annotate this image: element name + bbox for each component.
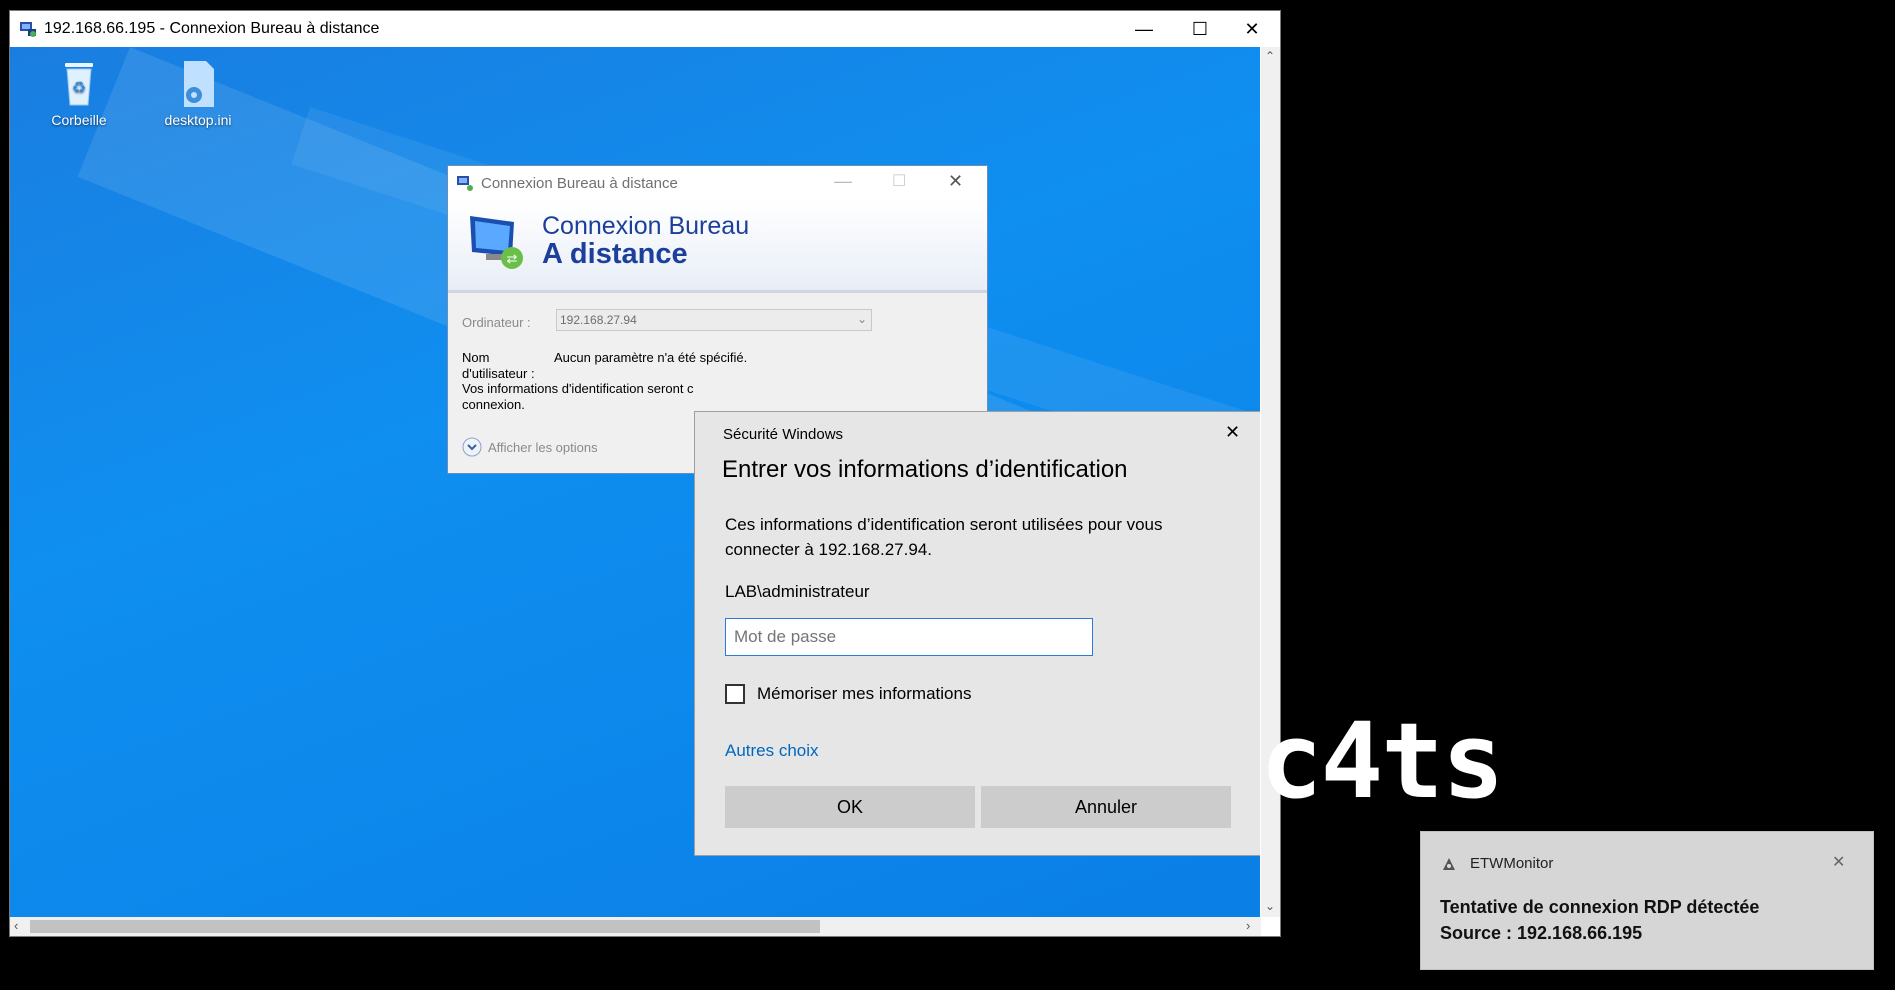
- desktop-icon-recycle-bin[interactable]: ♻ Corbeille: [34, 57, 124, 128]
- close-icon: ✕: [1832, 854, 1846, 871]
- scroll-down-icon[interactable]: ⌄: [1265, 899, 1275, 913]
- close-icon: ✕: [1225, 422, 1241, 442]
- maximize-icon: ☐: [1191, 18, 1209, 39]
- username-display: LAB\administrateur: [725, 582, 870, 601]
- rdp-window: 192.168.66.195 - Connexion Bureau à dist…: [9, 10, 1281, 937]
- rdp-window-title: 192.168.66.195 - Connexion Bureau à dist…: [44, 20, 380, 37]
- toast-app-name: ETWMonitor: [1470, 855, 1554, 872]
- toast-notification[interactable]: ETWMonitor ✕ Tentative de connexion RDP …: [1420, 831, 1874, 970]
- close-button[interactable]: ✕: [1224, 11, 1280, 47]
- rdc-app-icon: [457, 176, 473, 191]
- recycle-bin-icon: ♻: [65, 63, 93, 106]
- username-label: Nom d'utilisateur :: [462, 350, 535, 381]
- info-text: Vos informations d'identification seront…: [462, 381, 694, 396]
- minimize-button[interactable]: —: [1116, 11, 1172, 47]
- c4ts-logo: c4ts: [1260, 700, 1504, 822]
- rdc-title: Connexion Bureau à distance: [481, 175, 678, 192]
- rdc-close-button[interactable]: ✕: [948, 171, 963, 192]
- rdc-minimize-button[interactable]: —: [834, 171, 852, 192]
- computer-label: Ordinateur :: [462, 315, 531, 330]
- toast-line1: Tentative de connexion RDP détectée: [1440, 897, 1760, 917]
- chevron-down-icon: ⌄: [856, 312, 867, 326]
- svg-text:⇄: ⇄: [507, 251, 518, 266]
- remote-desktop[interactable]: ♻ Corbeille desktop.ini Connexion Bureau…: [10, 47, 1260, 917]
- security-close-button[interactable]: ✕: [1225, 422, 1240, 443]
- rdc-banner: ⇄ Connexion Bureau A distance: [448, 200, 987, 293]
- toast-line2: Source : 192.168.66.195: [1440, 923, 1643, 943]
- desktop-icon-desktop-ini[interactable]: desktop.ini: [153, 57, 243, 128]
- close-icon: ✕: [1244, 18, 1260, 39]
- minimize-icon: —: [1135, 18, 1153, 39]
- password-input[interactable]: [725, 618, 1093, 656]
- windows-security-dialog: Sécurité Windows ✕ Entrer vos informatio…: [694, 411, 1260, 856]
- info-text-2: connexion.: [462, 397, 525, 412]
- show-options-button[interactable]: Afficher les options: [462, 437, 598, 457]
- computer-monitor-icon: ⇄: [470, 216, 523, 269]
- rdc-maximize-button[interactable]: ☐: [892, 171, 906, 191]
- expand-circle-icon: [462, 437, 482, 457]
- horizontal-scrollbar[interactable]: ‹ ›: [10, 917, 1261, 936]
- scrollbar-thumb[interactable]: [30, 920, 820, 933]
- cancel-button[interactable]: Annuler: [981, 786, 1231, 828]
- close-icon: ✕: [948, 171, 964, 191]
- remember-checkbox[interactable]: [725, 684, 745, 704]
- show-options-label: Afficher les options: [488, 439, 598, 455]
- ok-button[interactable]: OK: [725, 786, 975, 828]
- desktop-icon-label: desktop.ini: [164, 112, 232, 128]
- security-heading: Entrer vos informations d’identification: [722, 456, 1128, 483]
- settings-file-icon: [184, 61, 214, 107]
- rdp-titlebar[interactable]: 192.168.66.195 - Connexion Bureau à dist…: [10, 11, 1280, 47]
- other-choices-link[interactable]: Autres choix: [725, 741, 819, 761]
- remember-label: Mémoriser mes informations: [757, 684, 972, 703]
- rdc-titlebar[interactable]: Connexion Bureau à distance — ☐ ✕: [448, 166, 987, 200]
- rdc-banner-line2: A distance: [542, 238, 688, 270]
- computer-select-value: 192.168.27.94: [560, 313, 637, 327]
- rdp-app-icon: [20, 22, 36, 37]
- maximize-button[interactable]: ☐: [1172, 11, 1228, 47]
- scroll-up-icon[interactable]: ⌃: [1265, 49, 1275, 63]
- etw-monitor-icon: [1443, 858, 1455, 870]
- svg-text:♻: ♻: [72, 80, 86, 97]
- desktop-icon-label: Corbeille: [51, 112, 107, 128]
- toast-close-button[interactable]: ✕: [1832, 852, 1845, 872]
- remember-checkbox-row[interactable]: Mémoriser mes informations: [725, 684, 971, 704]
- security-window-title: Sécurité Windows: [723, 426, 844, 443]
- scroll-left-icon[interactable]: ‹: [14, 918, 18, 933]
- username-value: Aucun paramètre n'a été spécifié.: [554, 350, 748, 365]
- computer-select[interactable]: 192.168.27.94 ⌄: [556, 309, 872, 331]
- rdc-banner-line1: Connexion Bureau: [542, 212, 750, 240]
- security-description: Ces informations d’identification seront…: [725, 515, 1163, 559]
- scroll-right-icon[interactable]: ›: [1246, 918, 1250, 933]
